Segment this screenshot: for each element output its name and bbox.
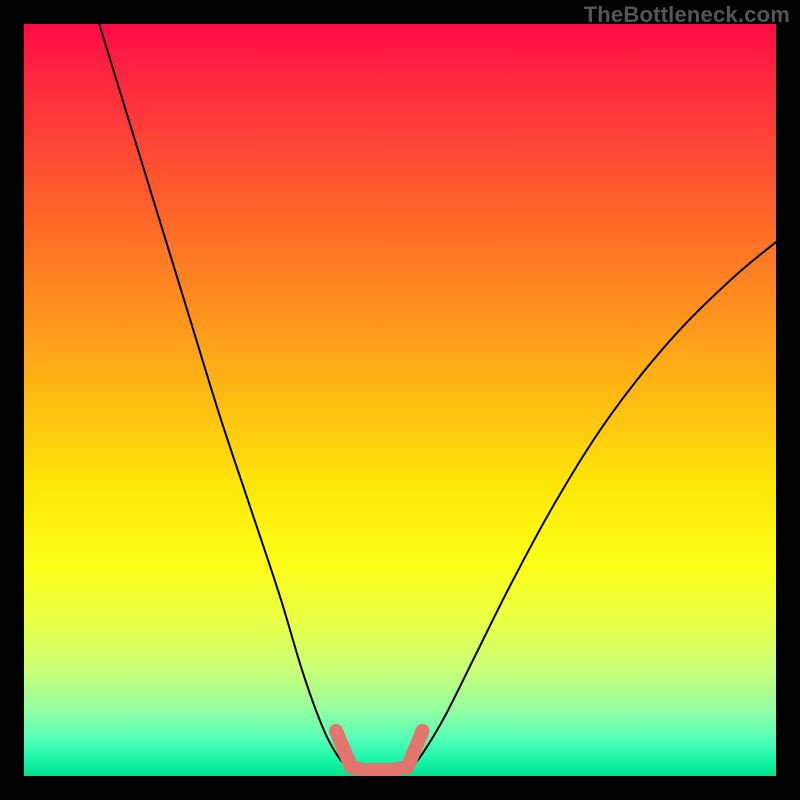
curves-svg: [24, 24, 776, 776]
plot-area: [24, 24, 776, 776]
chart-frame: TheBottleneck.com: [0, 0, 800, 800]
left-curve: [99, 24, 351, 772]
optimum-marker: [336, 731, 422, 770]
right-curve: [408, 242, 776, 772]
watermark-text: TheBottleneck.com: [584, 2, 790, 28]
